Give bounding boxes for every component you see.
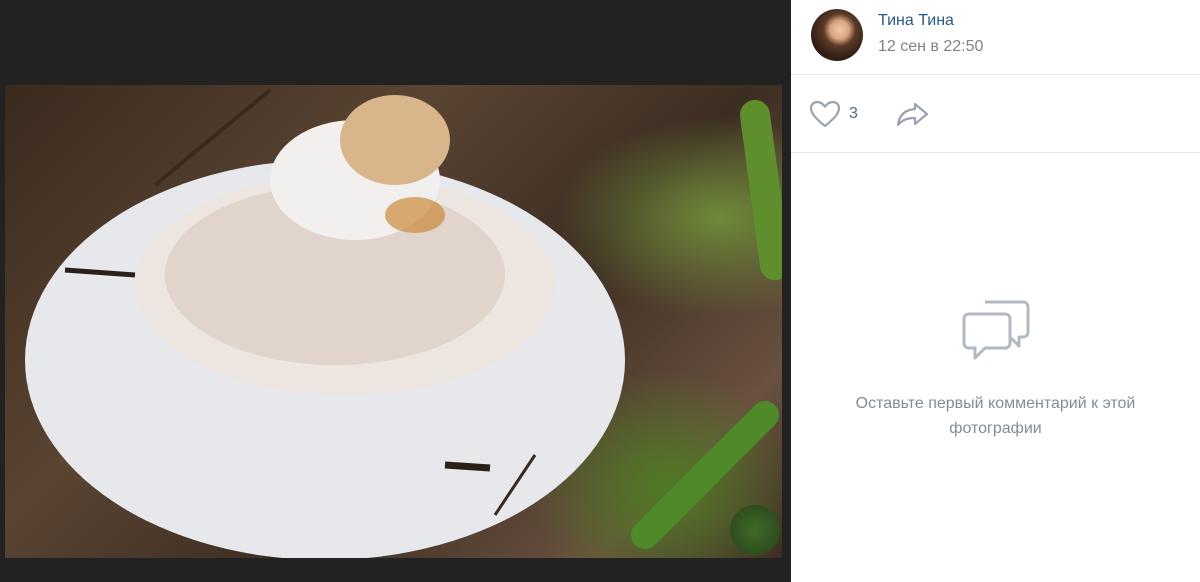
photo-viewer xyxy=(0,0,791,582)
comments-empty-state: Оставьте первый комментарий к этой фотог… xyxy=(791,298,1200,441)
comments-empty-text: Оставьте первый комментарий к этой фотог… xyxy=(855,395,1136,437)
like-count: 3 xyxy=(849,105,858,122)
share-arrow-icon xyxy=(896,102,929,127)
mushroom-illustration xyxy=(25,88,782,558)
author-name[interactable]: Тина Тина xyxy=(878,12,954,30)
heart-icon xyxy=(809,100,841,128)
share-button[interactable] xyxy=(896,101,930,132)
speech-bubbles-icon xyxy=(962,300,1029,360)
actions-bar: 3 xyxy=(791,75,1200,153)
author-header: Тина Тина 12 сен в 22:50 xyxy=(791,0,1200,75)
watermark-logo xyxy=(730,505,780,555)
photo-sidebar: Тина Тина 12 сен в 22:50 3 Оставьте перв… xyxy=(791,0,1200,582)
avatar[interactable] xyxy=(811,9,863,61)
post-date[interactable]: 12 сен в 22:50 xyxy=(878,38,983,56)
photo[interactable] xyxy=(5,85,782,558)
like-button[interactable]: 3 xyxy=(809,99,858,129)
